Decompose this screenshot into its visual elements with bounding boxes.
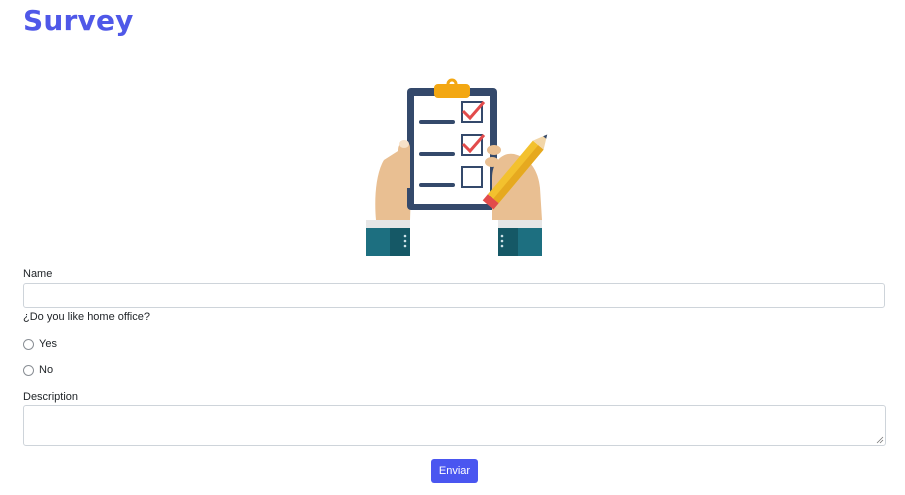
name-label: Name	[23, 268, 53, 280]
clipboard-checklist-icon	[366, 78, 548, 256]
page-title: Survey	[23, 4, 134, 37]
no-radio[interactable]	[23, 364, 34, 376]
description-textarea[interactable]	[23, 405, 886, 446]
no-label: No	[39, 364, 54, 376]
option-no[interactable]: No	[23, 364, 53, 376]
submit-button[interactable]: Enviar	[431, 459, 478, 483]
description-label: Description	[23, 391, 79, 403]
yes-radio[interactable]	[23, 338, 34, 350]
question-label: ¿Do you like home office?	[23, 311, 150, 323]
yes-label: Yes	[39, 338, 57, 350]
option-yes[interactable]: Yes	[23, 338, 57, 350]
resize-handle-icon[interactable]	[876, 436, 884, 444]
name-input[interactable]	[23, 283, 885, 308]
